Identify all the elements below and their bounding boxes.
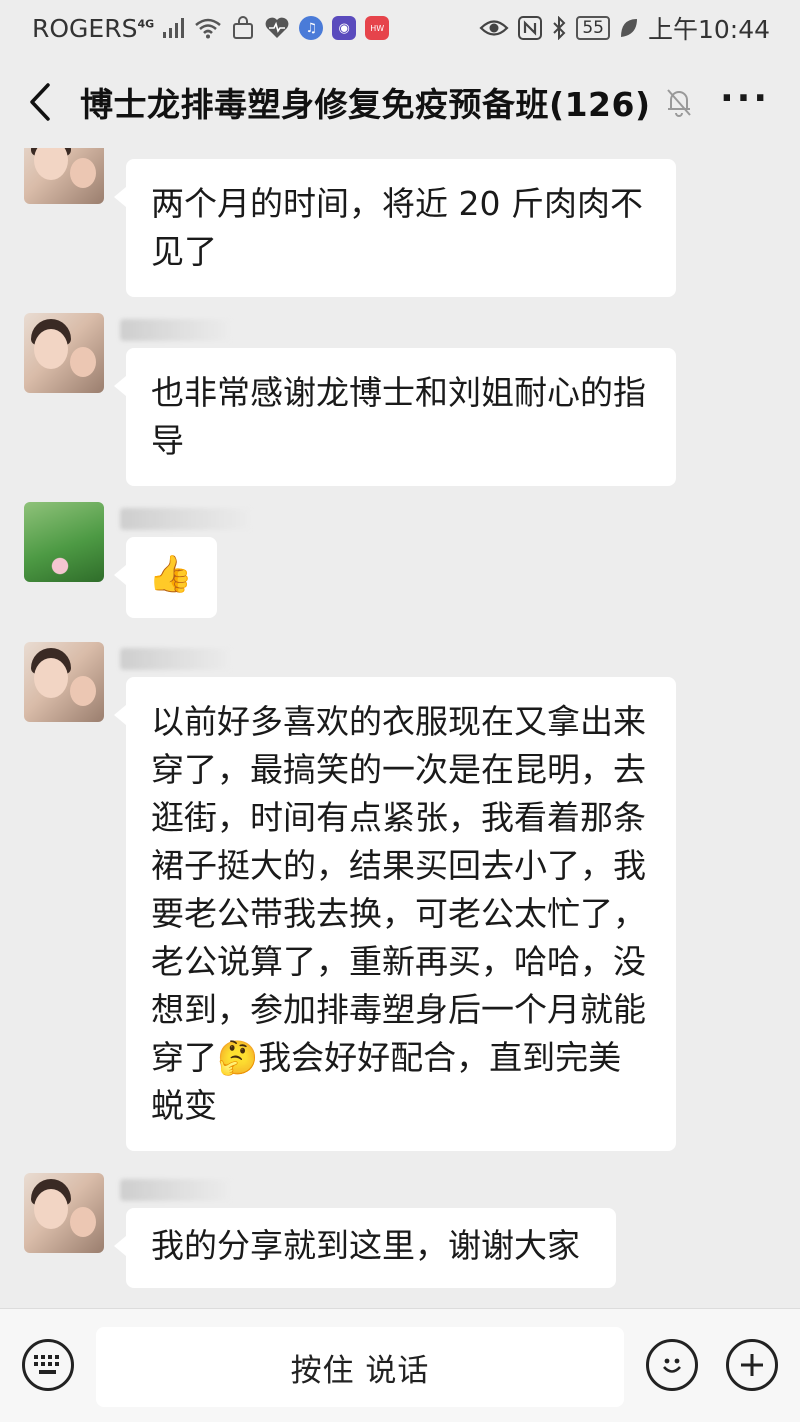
message-bubble[interactable]: 也非常感谢龙博士和刘姐耐心的指导 xyxy=(114,348,676,486)
sender-avatar[interactable] xyxy=(24,502,104,582)
sender-nickname xyxy=(120,1179,230,1201)
clock: 上午10:44 xyxy=(647,15,770,44)
carrier-name: ROGERS4G xyxy=(32,13,155,43)
leaf-icon xyxy=(620,19,637,37)
nfc-icon xyxy=(518,16,543,40)
eye-icon xyxy=(479,20,509,36)
sender-avatar[interactable] xyxy=(24,1173,104,1253)
huawei-app-icon: HW xyxy=(365,16,390,40)
wifi-icon xyxy=(195,18,221,39)
music-app-icon: ♫ xyxy=(299,16,324,40)
bag-icon xyxy=(233,16,254,39)
chat-header: 博士龙排毒塑身修复免疫预备班(126) ··· xyxy=(0,56,800,148)
more-functions-button[interactable] xyxy=(726,1339,778,1391)
thumbs-up-emoji: 👍 xyxy=(148,554,193,595)
keyboard-toggle-button[interactable] xyxy=(22,1339,74,1391)
sender-nickname xyxy=(120,648,230,670)
message-text: 两个月的时间，将近 20 斤肉肉不见了 xyxy=(151,184,643,271)
message-text: 我的分享就到这里，谢谢大家 xyxy=(151,1226,580,1265)
health-heart-icon xyxy=(265,17,289,38)
signal-icon xyxy=(163,18,185,38)
input-bar: 按住 说话 xyxy=(0,1308,800,1422)
chevron-left-icon xyxy=(30,83,50,121)
bluetooth-icon xyxy=(553,16,566,40)
battery-indicator: 55 xyxy=(576,16,610,40)
message-list[interactable]: 两个月的时间，将近 20 斤肉肉不见了 也非常感谢龙博士和刘姐耐心的指导 👍 以… xyxy=(0,148,800,1308)
hold-to-talk-button[interactable]: 按住 说话 xyxy=(96,1327,624,1407)
keyboard-icon xyxy=(34,1355,59,1374)
sender-nickname xyxy=(120,508,250,530)
message-bubble[interactable]: 👍 xyxy=(114,537,217,618)
sender-avatar[interactable] xyxy=(24,313,104,393)
status-bar: ROGERS4G ♫ ◉ HW 55 上午10:44 xyxy=(0,0,800,56)
plus-icon xyxy=(741,1354,763,1376)
photo-app-icon: ◉ xyxy=(332,16,357,40)
emoji-button[interactable] xyxy=(646,1339,698,1391)
sender-avatar[interactable] xyxy=(24,642,104,722)
back-button[interactable] xyxy=(0,56,80,148)
chat-title: 博士龙排毒塑身修复免疫预备班(126) xyxy=(80,85,651,124)
sender-avatar[interactable] xyxy=(24,148,104,204)
message-bubble[interactable]: 我的分享就到这里，谢谢大家 xyxy=(114,1208,616,1288)
message-bubble[interactable]: 两个月的时间，将近 20 斤肉肉不见了 xyxy=(114,159,676,297)
sender-nickname xyxy=(120,319,230,341)
message-text: 也非常感谢龙博士和刘姐耐心的指导 xyxy=(151,373,646,460)
more-options-button[interactable]: ··· xyxy=(720,81,770,117)
mute-bell-icon xyxy=(666,89,691,117)
smiley-icon xyxy=(663,1358,681,1373)
message-bubble[interactable]: 以前好多喜欢的衣服现在又拿出来穿了，最搞笑的一次是在昆明，去逛街，时间有点紧张，… xyxy=(114,677,676,1151)
message-text: 以前好多喜欢的衣服现在又拿出来穿了，最搞笑的一次是在昆明，去逛街，时间有点紧张，… xyxy=(151,702,646,1125)
